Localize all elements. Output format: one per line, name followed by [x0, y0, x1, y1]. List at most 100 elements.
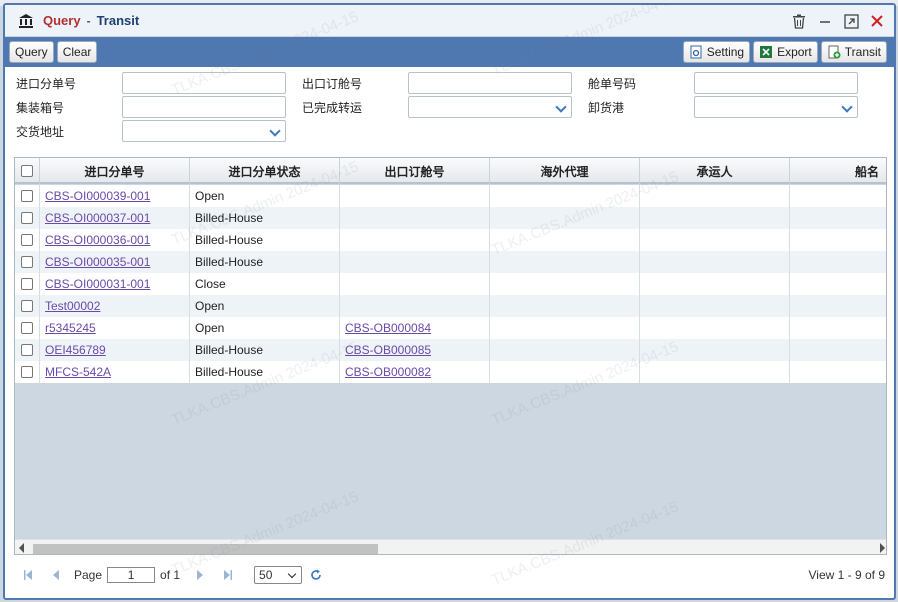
import-sub-no-link[interactable]: CBS-OI000039-001 — [45, 189, 150, 203]
row-checkbox[interactable] — [21, 344, 33, 356]
scroll-right-icon[interactable] — [880, 543, 885, 553]
table-row[interactable]: CBS-OI000035-001 Billed-House — [15, 251, 886, 273]
import-sub-no-link[interactable]: CBS-OI000035-001 — [45, 255, 150, 269]
import-sub-no-link[interactable]: r5345245 — [45, 321, 96, 335]
cell-vessel — [790, 317, 886, 339]
dialog-window: Query - Transit Query Clear Setting Expo… — [3, 3, 896, 600]
cell-overseas-agent — [490, 317, 640, 339]
cell-status: Billed-House — [190, 361, 340, 383]
page-size-select[interactable]: 50 — [254, 566, 303, 584]
cell-vessel — [790, 185, 886, 207]
col-header-carrier[interactable]: 承运人 — [640, 158, 790, 184]
import-sub-no-link[interactable]: CBS-OI000031-001 — [45, 277, 150, 291]
results-grid: 进口分单号 进口分单状态 出口订舱号 海外代理 承运人 船名 CBS-OI000… — [14, 157, 887, 555]
col-header-overseas-agent[interactable]: 海外代理 — [490, 158, 640, 184]
table-row[interactable]: OEI456789 Billed-House CBS-OB000085 — [15, 339, 886, 361]
row-checkbox[interactable] — [21, 190, 33, 202]
cell-vessel — [790, 207, 886, 229]
table-row[interactable]: CBS-OI000031-001 Close — [15, 273, 886, 295]
table-row[interactable]: Test00002 Open — [15, 295, 886, 317]
page-number-input[interactable]: 1 — [107, 567, 156, 583]
next-page-icon[interactable] — [190, 567, 210, 583]
cell-import-sub-no: Test00002 — [40, 295, 190, 317]
clear-button[interactable]: Clear — [56, 41, 98, 63]
export-booking-link[interactable]: CBS-OB000082 — [345, 365, 431, 379]
row-select-cell — [15, 361, 40, 383]
cell-overseas-agent — [490, 339, 640, 361]
scroll-left-icon[interactable] — [19, 543, 24, 553]
label-export-booking-no: 出口订舱号 — [302, 77, 363, 91]
cell-vessel — [790, 273, 886, 295]
import-sub-no-input[interactable] — [122, 72, 286, 94]
prev-page-icon[interactable] — [46, 567, 66, 583]
cell-carrier — [640, 317, 790, 339]
bank-icon — [17, 12, 35, 30]
cell-carrier — [640, 339, 790, 361]
maximize-icon[interactable] — [842, 12, 860, 30]
cell-export-booking — [340, 185, 490, 207]
table-row[interactable]: CBS-OI000037-001 Billed-House — [15, 207, 886, 229]
container-no-input[interactable] — [122, 96, 286, 118]
cell-carrier — [640, 361, 790, 383]
cell-status: Billed-House — [190, 207, 340, 229]
scrollbar-thumb[interactable] — [33, 544, 378, 554]
first-page-icon[interactable] — [18, 567, 38, 583]
row-select-cell — [15, 339, 40, 361]
table-row[interactable]: r5345245 Open CBS-OB000084 — [15, 317, 886, 339]
row-checkbox[interactable] — [21, 366, 33, 378]
discharge-port-select[interactable] — [694, 96, 858, 118]
minimize-icon[interactable] — [816, 12, 834, 30]
import-sub-no-link[interactable]: OEI456789 — [45, 343, 106, 357]
export-booking-link[interactable]: CBS-OB000084 — [345, 321, 431, 335]
export-booking-link[interactable]: CBS-OB000085 — [345, 343, 431, 357]
booking-no-input[interactable] — [694, 72, 858, 94]
row-checkbox[interactable] — [21, 278, 33, 290]
close-icon[interactable] — [868, 12, 886, 30]
pager: Page 1 of 1 50 View 1 - 9 of 9 — [14, 556, 887, 594]
cell-carrier — [640, 295, 790, 317]
cell-status: Open — [190, 317, 340, 339]
export-booking-no-input[interactable] — [408, 72, 572, 94]
cell-status: Billed-House — [190, 339, 340, 361]
last-page-icon[interactable] — [218, 567, 238, 583]
row-checkbox[interactable] — [21, 256, 33, 268]
col-header-status[interactable]: 进口分单状态 — [190, 158, 340, 184]
setting-button[interactable]: Setting — [682, 41, 751, 63]
row-checkbox[interactable] — [21, 234, 33, 246]
col-header-import-sub-no[interactable]: 进口分单号 — [40, 158, 190, 184]
label-container-no: 集装箱号 — [16, 101, 65, 115]
row-checkbox[interactable] — [21, 300, 33, 312]
delivery-address-select[interactable] — [122, 120, 286, 142]
cell-export-booking — [340, 229, 490, 251]
toolbar-right-group: Setting Export Transit — [682, 41, 890, 63]
row-select-cell — [15, 207, 40, 229]
transit-button[interactable]: Transit — [820, 41, 887, 63]
cell-export-booking: CBS-OB000082 — [340, 361, 490, 383]
select-all-checkbox[interactable] — [21, 165, 33, 177]
import-sub-no-link[interactable]: Test00002 — [45, 299, 100, 313]
export-button[interactable]: Export — [753, 41, 818, 63]
cell-status: Billed-House — [190, 229, 340, 251]
label-delivery-address: 交货地址 — [16, 125, 65, 139]
table-row[interactable]: CBS-OI000036-001 Billed-House — [15, 229, 886, 251]
search-form: 进口分单号 出口订舱号 舱单号码 集装箱号 已完成转运 卸货港 交货地址 — [5, 67, 894, 145]
import-sub-no-link[interactable]: CBS-OI000037-001 — [45, 211, 150, 225]
table-row[interactable]: CBS-OI000039-001 Open — [15, 185, 886, 207]
row-select-cell — [15, 251, 40, 273]
cell-export-booking: CBS-OB000085 — [340, 339, 490, 361]
col-header-vessel[interactable]: 船名 — [790, 158, 886, 184]
query-button[interactable]: Query — [9, 41, 54, 63]
transit-done-select[interactable] — [408, 96, 572, 118]
trash-icon[interactable] — [790, 12, 808, 30]
view-records-text: View 1 - 9 of 9 — [808, 568, 886, 582]
cell-vessel — [790, 361, 886, 383]
refresh-icon[interactable] — [306, 567, 326, 583]
row-checkbox[interactable] — [21, 212, 33, 224]
import-sub-no-link[interactable]: MFCS-542A — [45, 365, 111, 379]
col-header-export-booking[interactable]: 出口订舱号 — [340, 158, 490, 184]
horizontal-scrollbar[interactable] — [15, 539, 886, 554]
table-row[interactable]: MFCS-542A Billed-House CBS-OB000082 — [15, 361, 886, 383]
import-sub-no-link[interactable]: CBS-OI000036-001 — [45, 233, 150, 247]
row-checkbox[interactable] — [21, 322, 33, 334]
window-title-page: Transit — [96, 13, 140, 28]
